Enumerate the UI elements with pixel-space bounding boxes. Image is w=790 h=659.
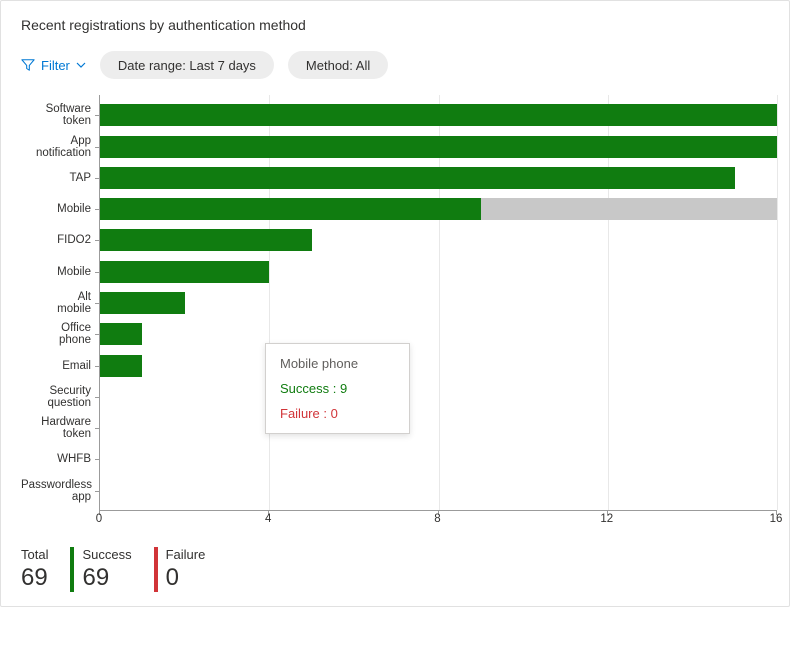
filter-button[interactable]: Filter — [21, 58, 86, 73]
chevron-down-icon — [76, 60, 86, 70]
bar-row[interactable] — [100, 229, 312, 251]
bar-success — [100, 167, 735, 189]
summary-row: Total 69 Success 69 Failure 0 — [21, 547, 789, 592]
y-category-label: TAP — [21, 172, 91, 184]
summary-total-label: Total — [21, 547, 48, 562]
x-tick-label: 16 — [770, 513, 783, 525]
bar-row[interactable] — [100, 261, 269, 283]
summary-total-value: 69 — [21, 564, 48, 592]
success-color-strip — [70, 547, 74, 592]
y-category-label: Email — [21, 360, 91, 372]
x-tick-label: 8 — [434, 513, 440, 525]
filter-label: Filter — [41, 58, 70, 73]
bar-success — [100, 261, 269, 283]
x-tick-label: 0 — [96, 513, 102, 525]
summary-success-value: 69 — [82, 564, 131, 592]
y-category-label: Securityquestion — [21, 385, 91, 409]
bar-success — [100, 292, 185, 314]
bar-success — [100, 229, 312, 251]
x-axis: 0481216 — [99, 511, 777, 529]
chart-area: Softwaretoken Appnotification TAP Mobile FID… — [21, 95, 777, 529]
failure-color-strip — [154, 547, 158, 592]
y-category-label: FIDO2 — [21, 234, 91, 246]
y-category-label: Mobile — [21, 266, 91, 278]
summary-total: Total 69 — [21, 547, 48, 592]
filter-icon — [21, 58, 35, 72]
date-range-pill[interactable]: Date range: Last 7 days — [100, 51, 274, 79]
y-category-label: Officephone — [21, 322, 91, 346]
bar-row[interactable] — [100, 198, 777, 220]
tooltip: Mobile phone Success : 9 Failure : 0 — [265, 343, 410, 434]
method-pill[interactable]: Method: All — [288, 51, 388, 79]
y-category-label: Passwordlessapp — [21, 479, 91, 503]
bar-row[interactable] — [100, 323, 142, 345]
y-category-label: WHFB — [21, 453, 91, 465]
tooltip-failure: Failure : 0 — [280, 406, 395, 421]
bar-row[interactable] — [100, 292, 185, 314]
bar-success — [100, 355, 142, 377]
bar-row[interactable] — [100, 355, 142, 377]
summary-success-label: Success — [82, 547, 131, 562]
tooltip-title: Mobile phone — [280, 356, 395, 371]
tooltip-success: Success : 9 — [280, 381, 395, 396]
summary-failure-label: Failure — [166, 547, 206, 562]
summary-failure: Failure 0 — [154, 547, 206, 592]
bar-row[interactable] — [100, 136, 777, 158]
bar-success — [100, 136, 777, 158]
chart-card: Recent registrations by authentication m… — [0, 0, 790, 607]
y-category-label: Hardwaretoken — [21, 416, 91, 440]
bar-success — [100, 104, 777, 126]
card-title: Recent registrations by authentication m… — [21, 17, 789, 33]
y-category-label: Softwaretoken — [21, 103, 91, 127]
x-tick-label: 12 — [600, 513, 613, 525]
bar-row[interactable] — [100, 104, 777, 126]
x-tick-label: 4 — [265, 513, 271, 525]
y-category-label: Appnotification — [21, 135, 91, 159]
y-category-label: Altmobile — [21, 291, 91, 315]
summary-success: Success 69 — [70, 547, 131, 592]
summary-failure-value: 0 — [166, 564, 206, 592]
plot-area — [99, 95, 777, 511]
bar-row[interactable] — [100, 167, 735, 189]
y-category-label: Mobile — [21, 203, 91, 215]
bar-success — [100, 198, 481, 220]
bar-success — [100, 323, 142, 345]
filter-row: Filter Date range: Last 7 days Method: A… — [21, 51, 789, 79]
